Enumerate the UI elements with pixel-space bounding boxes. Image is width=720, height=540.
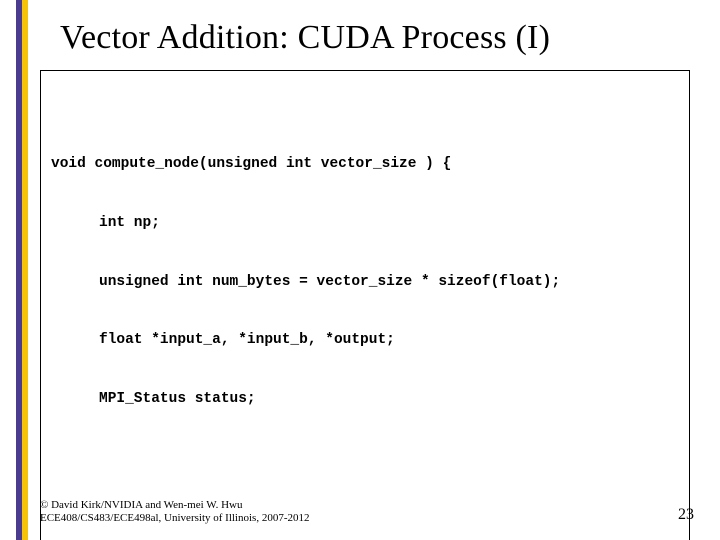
page-number: 23 xyxy=(678,506,694,524)
code-line: unsigned int num_bytes = vector_size * s… xyxy=(51,273,679,293)
code-line: MPI_Status status; xyxy=(51,390,679,410)
code-block-1: void compute_node(unsigned int vector_si… xyxy=(51,116,679,449)
footer-line-1: © David Kirk/NVIDIA and Wen-mei W. Hwu xyxy=(40,499,310,513)
slide-title: Vector Addition: CUDA Process (I) xyxy=(60,18,550,57)
code-line: int np; xyxy=(51,214,679,234)
slide: Vector Addition: CUDA Process (I) void c… xyxy=(0,0,720,540)
code-box: void compute_node(unsigned int vector_si… xyxy=(40,70,690,540)
code-line: float *input_a, *input_b, *output; xyxy=(51,331,679,351)
accent-stripe-yellow xyxy=(22,0,28,540)
footer-line-2: ECE408/CS483/ECE498al, University of Ill… xyxy=(40,512,310,526)
footer: © David Kirk/NVIDIA and Wen-mei W. Hwu E… xyxy=(40,499,310,527)
code-line: void compute_node(unsigned int vector_si… xyxy=(51,155,679,175)
